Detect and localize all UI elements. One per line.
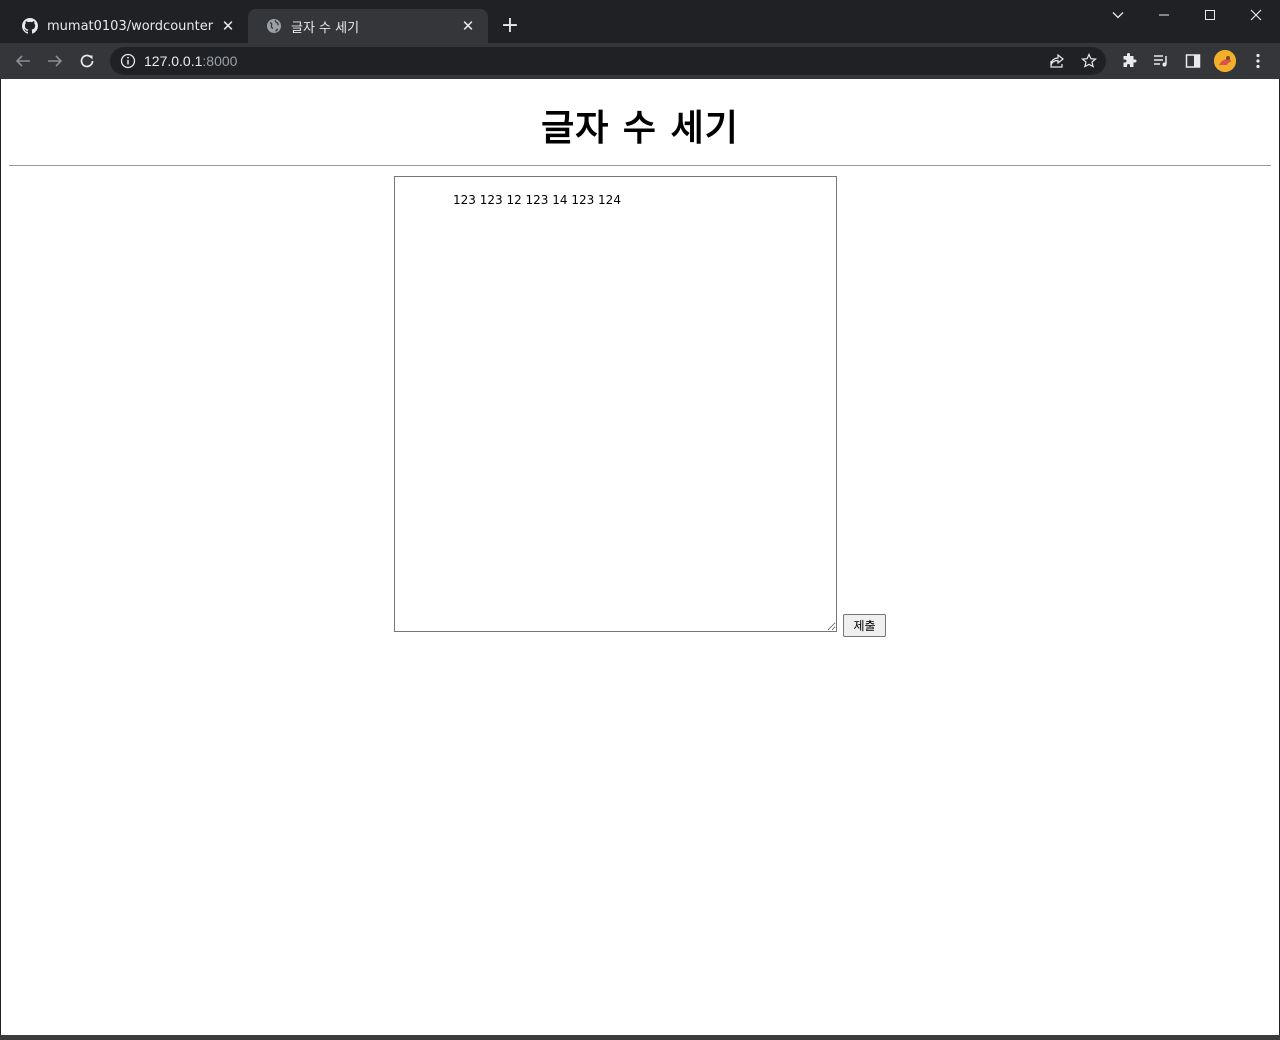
url-text: 127.0.0.1:8000 — [144, 53, 237, 69]
reload-icon[interactable] — [75, 49, 99, 73]
globe-icon — [267, 19, 281, 33]
page-viewport: 글자 수 세기 123 123 12 123 14 123 124 제출 — [1, 79, 1279, 1035]
tab-strip: mumat0103/wordcounter ✕ 글자 수 세기 ✕ + — [0, 0, 1280, 43]
avatar-image-icon — [1214, 50, 1236, 72]
url-host: 127.0.0.1 — [144, 53, 203, 69]
bookmark-star-icon[interactable] — [1077, 49, 1101, 73]
browser-toolbar: 127.0.0.1:8000 — [0, 43, 1280, 79]
page-title: 글자 수 세기 — [541, 108, 739, 149]
forward-arrow-icon[interactable] — [43, 49, 67, 73]
more-menu-icon[interactable] — [1246, 49, 1270, 73]
github-icon — [22, 18, 38, 34]
profile-avatar[interactable] — [1214, 50, 1236, 72]
maximize-icon[interactable] — [1187, 0, 1233, 30]
close-tab-icon[interactable]: ✕ — [218, 16, 238, 36]
horizontal-divider — [9, 165, 1271, 166]
media-playlist-icon[interactable] — [1149, 49, 1173, 73]
word-text-input[interactable]: 123 123 12 123 14 123 124 — [394, 176, 837, 632]
minimize-icon[interactable] — [1141, 0, 1187, 30]
tab-title: 글자 수 세기 — [291, 20, 360, 36]
tab-wordcounter-repo[interactable]: mumat0103/wordcounter ✕ — [4, 9, 248, 43]
url-port: :8000 — [202, 53, 238, 69]
new-tab-icon[interactable]: + — [498, 14, 522, 38]
address-bar[interactable]: 127.0.0.1:8000 — [110, 47, 1106, 75]
tab-search-icon[interactable] — [1095, 0, 1141, 30]
info-icon[interactable] — [120, 53, 136, 69]
extensions-puzzle-icon[interactable] — [1117, 49, 1141, 73]
tab-word-count[interactable]: 글자 수 세기 ✕ — [248, 9, 488, 43]
close-window-icon[interactable] — [1233, 0, 1279, 30]
side-panel-icon[interactable] — [1181, 49, 1205, 73]
window-bottom-edge — [0, 1035, 1280, 1040]
back-arrow-icon[interactable] — [11, 49, 35, 73]
submit-button[interactable]: 제출 — [843, 614, 886, 637]
tab-title: mumat0103/wordcounter — [47, 18, 214, 34]
close-tab-icon[interactable]: ✕ — [458, 16, 478, 36]
share-icon[interactable] — [1045, 49, 1069, 73]
